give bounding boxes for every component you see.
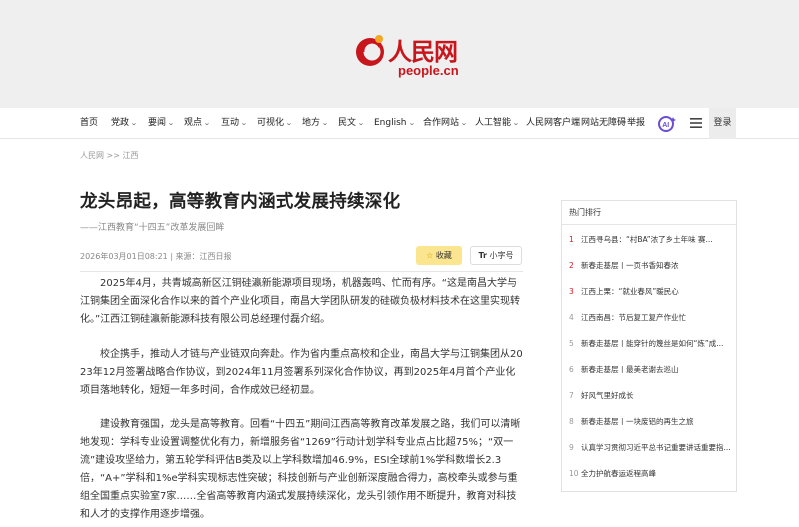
rank-number: 8 [569, 417, 574, 426]
nav-label: 合作网站 [423, 118, 460, 128]
article-paragraph: 建设教育强国，龙头是高等教育。回看“十四五”期间江西高等教育改革发展之路，我们可… [80, 419, 521, 520]
rank-number: 2 [569, 261, 574, 270]
hamburger-menu-icon[interactable] [689, 116, 703, 130]
nav-label: 党政 [111, 118, 130, 128]
chevron-down-icon: ⌄ [130, 119, 138, 127]
chevron-down-icon: ⌄ [460, 119, 468, 127]
rank-number: 3 [569, 287, 574, 296]
divider [80, 271, 523, 272]
rank-number: 10 [569, 469, 579, 478]
hot-item-text: 认真学习贯彻习近平总书记重要讲话重要指... [581, 443, 731, 452]
hot-item-text: 好风气里好成长 [581, 391, 634, 400]
article-meta: 2026年03月01日08:21 | 来源：江西日报 [80, 252, 232, 261]
nav-item-app[interactable]: 人民网客户端 [526, 108, 580, 139]
chevron-down-icon: ⌄ [407, 119, 416, 127]
rank-number: 1 [569, 235, 574, 244]
favorite-label: 收藏 [435, 251, 452, 260]
nav-label: 首页 [80, 118, 99, 128]
nav-label: 地方 [302, 118, 321, 128]
nav-item-partners[interactable]: 合作网站⌄ [423, 108, 468, 139]
hot-ranking-panel: 热门排行 1 江西寻乌县：“村BA”浓了乡土年味 赛... 2 新春走基层丨一页书香… [561, 200, 737, 492]
hot-item-text: 江西南昌：节后复工复产作业忙 [581, 313, 686, 322]
article-paragraph: 2025年4月，共青城高新区江铜硅瀛新能源项目现场，机器轰鸣、忙而有序。“这是南… [80, 278, 520, 325]
hot-item-text: 江西寻乌县：“村BA”浓了乡土年味 赛... [581, 235, 713, 244]
hot-item[interactable]: 3 江西上栗：“就业春风”暖民心 [569, 283, 731, 301]
ai-search-icon[interactable]: AI [657, 114, 679, 134]
hot-item[interactable]: 8 新春走基层丨一块废铝的再生之旅 [569, 413, 731, 431]
article-title: 龙头昂起，高等教育内涵式发展持续深化 [80, 192, 401, 212]
svg-text:AI: AI [662, 122, 669, 129]
nav-label: 网站无障碍 [581, 118, 627, 128]
hot-item-text: 新春走基层丨一页书香知春浓 [581, 261, 679, 270]
breadcrumb-separator: >> [106, 151, 120, 160]
login-button[interactable]: 登录 [709, 108, 736, 139]
nav-item-visual[interactable]: 可视化⌄ [257, 108, 293, 139]
nav-label: 举报 [627, 118, 646, 128]
site-logo[interactable]: 人民网 people.cn [352, 30, 462, 80]
nav-item-interact[interactable]: 互动⌄ [221, 108, 248, 139]
hot-item-text: 全力护航春运返程高峰 [581, 469, 656, 478]
hot-item-text: 新春走基层丨最美老谢去巡山 [581, 365, 679, 374]
nav-item-news[interactable]: 要闻⌄ [148, 108, 175, 139]
header-band: 人民网 people.cn [0, 0, 799, 108]
hot-ranking-heading: 热门排行 [562, 201, 736, 225]
nav-label: 可视化 [257, 118, 285, 128]
chevron-down-icon: ⌄ [203, 119, 211, 127]
hot-item[interactable]: 1 江西寻乌县：“村BA”浓了乡土年味 赛... [569, 231, 731, 249]
nav-item-report[interactable]: 举报 [627, 108, 645, 139]
breadcrumb-home[interactable]: 人民网 [80, 151, 104, 160]
nav-item-accessibility[interactable]: 网站无障碍 [581, 108, 626, 139]
rank-number: 6 [569, 365, 574, 374]
hot-item[interactable]: 6 新春走基层丨最美老谢去巡山 [569, 361, 731, 379]
star-icon: ☆ [426, 251, 434, 260]
hot-item[interactable]: 9 认真学习贯彻习近平总书记重要讲话重要指... [569, 439, 731, 457]
nav-label: 民文 [338, 118, 357, 128]
rank-number: 5 [569, 339, 574, 348]
nav-item-english[interactable]: English⌄ [374, 108, 416, 139]
hot-item[interactable]: 4 江西南昌：节后复工复产作业忙 [569, 309, 731, 327]
nav-label: 观点 [184, 118, 203, 128]
hot-item-text: 新春走基层丨能穿针的篾丝是如何“炼”成... [581, 339, 724, 348]
chevron-down-icon: ⌄ [357, 119, 365, 127]
rank-number: 7 [569, 391, 574, 400]
logo-text-cn: 人民网 [388, 37, 458, 66]
chevron-down-icon: ⌄ [321, 119, 329, 127]
hot-item[interactable]: 10 全力护航春运返程高峰 [569, 465, 731, 483]
nav-label: 互动 [221, 118, 240, 128]
chevron-down-icon: ⌄ [512, 119, 520, 127]
main-nav: 首页 党政⌄ 要闻⌄ 观点⌄ 互动⌄ 可视化⌄ 地方⌄ 民文⌄ English⌄… [0, 108, 799, 139]
nav-item-home[interactable]: 首页 [80, 108, 98, 139]
chevron-down-icon: ⌄ [167, 119, 175, 127]
rank-number: 9 [569, 443, 574, 452]
breadcrumb-section[interactable]: 江西 [123, 151, 139, 160]
chevron-down-icon: ⌄ [285, 119, 293, 127]
breadcrumb: 人民网 >> 江西 [80, 150, 139, 161]
hot-item-text: 新春走基层丨一块废铝的再生之旅 [581, 417, 694, 426]
article-subtitle: ——江西教育“十四五”改革发展回眸 [80, 223, 225, 233]
nav-item-minority[interactable]: 民文⌄ [338, 108, 365, 139]
chevron-down-icon: ⌄ [240, 119, 248, 127]
font-size-button[interactable]: Tr 小字号 [470, 246, 522, 265]
hot-item[interactable]: 7 好风气里好成长 [569, 387, 731, 405]
nav-label: 要闻 [148, 118, 167, 128]
font-size-label: 小字号 [489, 251, 514, 260]
logo-text-en: people.cn [398, 63, 459, 78]
nav-item-opinion[interactable]: 观点⌄ [184, 108, 211, 139]
nav-label: 人民网客户端 [526, 118, 581, 128]
favorite-button[interactable]: ☆ 收藏 [416, 246, 462, 265]
nav-label: 人工智能 [475, 118, 512, 128]
nav-item-ai[interactable]: 人工智能⌄ [475, 108, 520, 139]
nav-label: English [374, 118, 407, 128]
nav-item-local[interactable]: 地方⌄ [302, 108, 329, 139]
font-size-icon: Tr [478, 251, 487, 260]
hot-item-text: 江西上栗：“就业春风”暖民心 [581, 287, 679, 296]
hot-item[interactable]: 5 新春走基层丨能穿针的篾丝是如何“炼”成... [569, 335, 731, 353]
article-paragraph: 校企携手，推动人才链与产业链双向奔赴。作为省内重点高校和企业，南昌大学与江铜集团… [80, 349, 523, 396]
nav-item-party[interactable]: 党政⌄ [111, 108, 138, 139]
rank-number: 4 [569, 313, 574, 322]
hot-item[interactable]: 2 新春走基层丨一页书香知春浓 [569, 257, 731, 275]
